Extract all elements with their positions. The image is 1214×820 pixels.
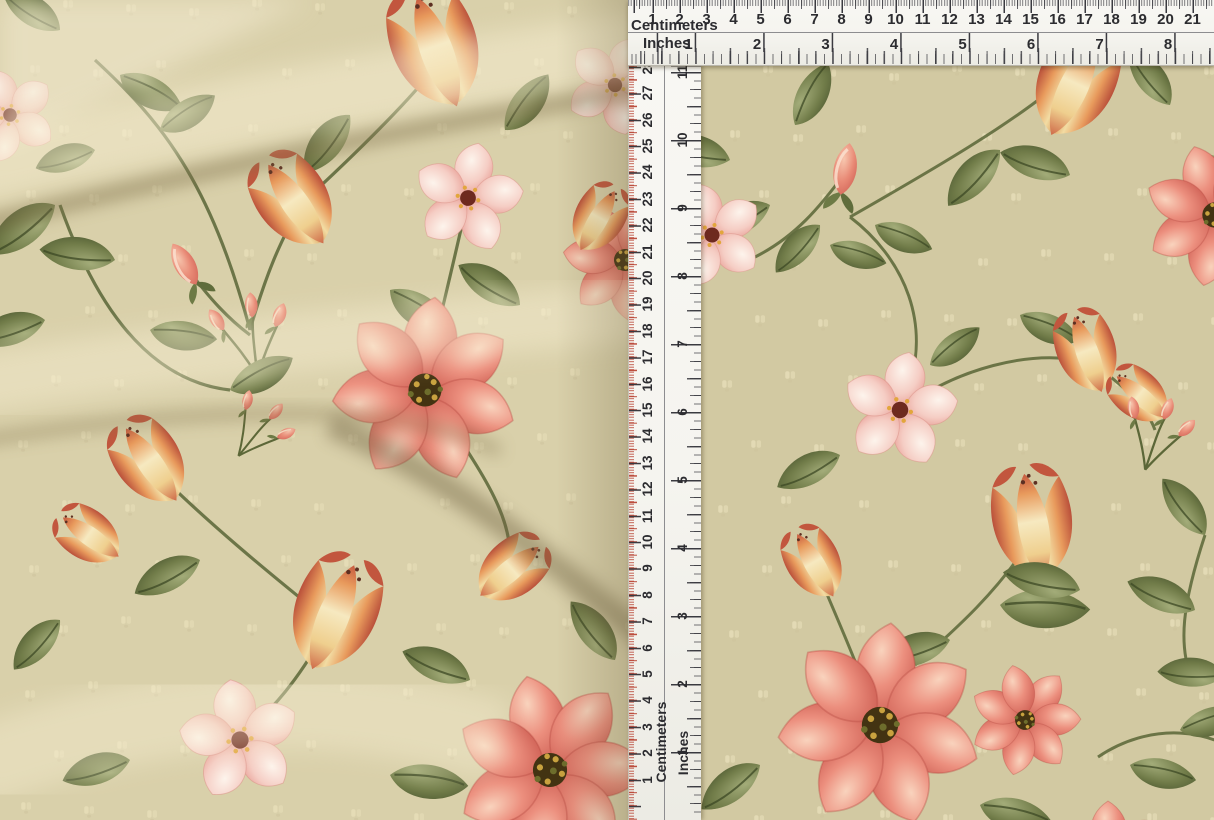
top-ruler-inch-number: 1: [679, 36, 699, 53]
side-ruler-cm-number: 25: [641, 135, 655, 157]
top-ruler-cm-number: 21: [1183, 11, 1203, 28]
centimeters-label: Centimeters: [654, 687, 668, 797]
side-ruler-cm-number: 9: [641, 557, 655, 579]
side-ruler-cm-number: 8: [641, 584, 655, 606]
top-ruler-cm-number: 15: [1021, 11, 1041, 28]
side-ruler-cm-number: 21: [641, 241, 655, 263]
top-ruler-cm-number: 19: [1129, 11, 1149, 28]
side-ruler-cm-number: 18: [641, 320, 655, 342]
top-ruler-cm-number: 4: [724, 11, 744, 28]
side-ruler-cm-number: 7: [641, 610, 655, 632]
top-ruler-cm-number: 13: [967, 11, 987, 28]
top-ruler-cm-number: 5: [751, 11, 771, 28]
side-ruler-cm-number: 12: [641, 478, 655, 500]
top-ruler-inch-number: 3: [816, 36, 836, 53]
eighth-inch-ticks: [628, 54, 1214, 64]
top-ruler-cm-number: 2: [670, 11, 690, 28]
top-ruler-cm-number: 3: [697, 11, 717, 28]
side-ruler-cm-number: 15: [641, 399, 655, 421]
side-ruler-inch-number: 8: [676, 265, 690, 287]
side-ruler-cm-number: 24: [641, 161, 655, 183]
top-ruler-cm-number: 20: [1156, 11, 1176, 28]
side-ruler-cm-number: 19: [641, 293, 655, 315]
side-ruler-cm-number: 3: [641, 716, 655, 738]
side-ruler-cm-number: 4: [641, 689, 655, 711]
side-ruler-inch-number: 3: [676, 605, 690, 627]
draped-fabric-panel: [0, 0, 628, 820]
side-ruler-cm-number: 5: [641, 663, 655, 685]
side-ruler-inch-number: 6: [676, 401, 690, 423]
top-ruler-inch-number: 6: [1021, 36, 1041, 53]
top-ruler-inch-number: 2: [747, 36, 767, 53]
side-ruler-cm-number: 2: [641, 742, 655, 764]
side-ruler-cm-number: 22: [641, 214, 655, 236]
side-ruler-inch-number: 11: [676, 65, 690, 83]
top-ruler-cm-number: 12: [940, 11, 960, 28]
side-ruler-inch-number: 1: [676, 741, 690, 763]
horizontal-ruler: Centimeters Inches 123456789101112131415…: [628, 0, 1214, 66]
top-ruler-cm-number: 11: [913, 11, 933, 28]
top-ruler-cm-number: 18: [1102, 11, 1122, 28]
side-ruler-cm-number: 13: [641, 452, 655, 474]
side-ruler-inch-number: 10: [676, 129, 690, 151]
top-ruler-cm-number: 14: [994, 11, 1014, 28]
flat-fabric-art: [700, 65, 1214, 820]
side-ruler-cm-number: 23: [641, 188, 655, 210]
draped-fabric-art: [0, 0, 628, 820]
side-ruler-inch-number: 4: [676, 537, 690, 559]
side-ruler-cm-number: 26: [641, 109, 655, 131]
top-ruler-cm-number: 10: [886, 11, 906, 28]
side-ruler-cm-number: 27: [641, 82, 655, 104]
top-ruler-cm-number: 16: [1048, 11, 1068, 28]
side-ruler-cm-number: 20: [641, 267, 655, 289]
side-ruler-inch-number: 9: [676, 197, 690, 219]
side-ruler-inch-number: 2: [676, 673, 690, 695]
top-ruler-cm-number: 9: [859, 11, 879, 28]
side-ruler-cm-number: 6: [641, 637, 655, 659]
top-ruler-cm-number: 6: [778, 11, 798, 28]
vertical-ruler: Centimeters Inches 123456789101112131415…: [628, 65, 701, 820]
side-ruler-cm-number: 1: [641, 769, 655, 791]
side-ruler-cm-number: 10: [641, 531, 655, 553]
top-ruler-inch-number: 8: [1158, 36, 1178, 53]
flat-fabric-panel: [700, 65, 1214, 820]
side-ruler-cm-number: 16: [641, 373, 655, 395]
side-ruler-cm-number: 14: [641, 425, 655, 447]
side-ruler-cm-number: 17: [641, 346, 655, 368]
eighth-inch-ticks: [694, 65, 701, 820]
top-ruler-cm-number: 17: [1075, 11, 1095, 28]
side-ruler-cm-number: 11: [641, 505, 655, 527]
top-ruler-cm-number: 1: [643, 11, 663, 28]
top-ruler-cm-number: 7: [805, 11, 825, 28]
top-ruler-inch-number: 5: [953, 36, 973, 53]
fabric-listing-photo: Centimeters Inches 123456789101112131415…: [0, 0, 1214, 820]
side-ruler-cm-number: 28: [641, 65, 655, 78]
side-ruler-inch-number: 5: [676, 469, 690, 491]
side-ruler-inch-number: 7: [676, 333, 690, 355]
top-ruler-cm-number: 8: [832, 11, 852, 28]
top-ruler-inch-number: 4: [884, 36, 904, 53]
top-ruler-inch-number: 7: [1090, 36, 1110, 53]
